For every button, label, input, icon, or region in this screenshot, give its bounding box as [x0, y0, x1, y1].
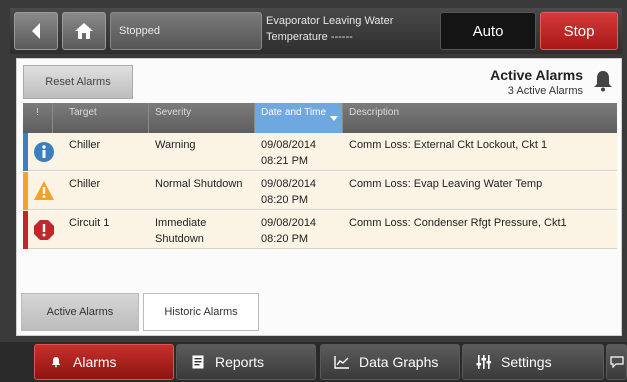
alarms-panel: Reset Alarms Active Alarms 3 Active Alar…: [16, 58, 622, 336]
alarm-time: 08:20 PM: [261, 233, 309, 245]
line-chart-icon: [331, 354, 353, 370]
nav-alarms-label: Alarms: [73, 354, 117, 370]
tab-active-alarms[interactable]: Active Alarms: [21, 293, 139, 331]
alarm-time: 08:20 PM: [261, 194, 309, 206]
table-row[interactable]: Circuit 1 Immediate Shutdown 09/08/2014 …: [23, 211, 617, 249]
home-button[interactable]: [62, 12, 106, 50]
alarm-description: Comm Loss: External Ckt Lockout, Ckt 1: [349, 139, 548, 151]
alarm-time: 08:21 PM: [261, 155, 309, 167]
sliders-icon: [473, 354, 495, 370]
nav-settings-button[interactable]: Settings: [462, 344, 604, 380]
back-button[interactable]: [14, 12, 58, 50]
sort-descending-icon: [330, 116, 338, 121]
evap-leaving-water-temp: Evaporator Leaving Water Temperature ---…: [266, 13, 436, 49]
chiller-status: Stopped: [110, 12, 262, 50]
col-date-time-label: Date and Time: [261, 107, 327, 118]
alarm-severity: Warning: [155, 139, 196, 151]
chat-icon: [609, 356, 624, 368]
bottom-nav: Alarms Reports Data Graphs Settings: [0, 342, 627, 382]
nav-settings-label: Settings: [501, 354, 552, 370]
col-target[interactable]: Target: [53, 103, 149, 133]
severity-bar: [23, 172, 28, 210]
back-arrow-icon: [32, 23, 40, 39]
home-icon: [75, 23, 93, 39]
alarm-target: Chiller: [69, 139, 101, 151]
nav-more-button[interactable]: [606, 344, 627, 380]
alarm-target: Chiller: [69, 178, 101, 190]
app-frame: Stopped Evaporator Leaving Water Tempera…: [0, 0, 627, 382]
warning-icon: [34, 181, 54, 200]
table-row[interactable]: Chiller Warning 09/08/2014 08:21 PM Comm…: [23, 133, 617, 171]
alarm-description: Comm Loss: Evap Leaving Water Temp: [349, 178, 543, 190]
reset-alarms-button[interactable]: Reset Alarms: [23, 65, 133, 99]
col-indicator: !: [23, 103, 53, 133]
alarm-datetime: 09/08/2014 08:20 PM: [261, 176, 345, 208]
severity-bar: [23, 211, 28, 249]
stop-icon: [34, 220, 54, 240]
alarms-table-header: ! Target Severity Date and Time Descript…: [23, 103, 617, 133]
evap-label-line1: Evaporator Leaving Water: [266, 15, 394, 27]
nav-data-graphs-button[interactable]: Data Graphs: [320, 344, 460, 380]
nav-reports-label: Reports: [215, 354, 265, 370]
nav-reports-button[interactable]: Reports: [176, 344, 316, 380]
alarm-target: Circuit 1: [69, 217, 110, 229]
alarm-description: Comm Loss: Condenser Rfgt Pressure, Ckt1: [349, 217, 567, 229]
top-bar: Stopped Evaporator Leaving Water Tempera…: [10, 8, 622, 54]
nav-alarms-button[interactable]: Alarms: [34, 344, 174, 380]
col-description[interactable]: Description: [343, 103, 617, 133]
alarm-datetime: 09/08/2014 08:21 PM: [261, 137, 345, 169]
bell-icon: [45, 354, 67, 370]
alarm-severity: Immediate Shutdown: [155, 217, 207, 245]
col-severity[interactable]: Severity: [149, 103, 255, 133]
bell-icon: [594, 71, 612, 92]
alarms-header: Active Alarms 3 Active Alarms: [490, 67, 583, 97]
alarm-datetime: 09/08/2014 08:20 PM: [261, 215, 345, 247]
severity-bar: [23, 133, 28, 171]
nav-graphs-label: Data Graphs: [359, 354, 439, 370]
auto-button[interactable]: Auto: [440, 12, 536, 50]
active-alarm-count: 3 Active Alarms: [507, 85, 583, 97]
tab-historic-alarms[interactable]: Historic Alarms: [143, 293, 259, 331]
alarm-date: 09/08/2014: [261, 217, 317, 229]
stop-button[interactable]: Stop: [540, 12, 618, 50]
col-date-time[interactable]: Date and Time: [255, 103, 343, 133]
alarm-date: 09/08/2014: [261, 178, 317, 190]
alarm-date: 09/08/2014: [261, 139, 317, 151]
info-icon: [34, 142, 54, 162]
evap-label-line2: Temperature ------: [266, 31, 353, 43]
table-row[interactable]: Chiller Normal Shutdown 09/08/2014 08:20…: [23, 172, 617, 210]
page-title: Active Alarms: [490, 67, 583, 83]
alarm-severity: Normal Shutdown: [155, 178, 243, 190]
document-icon: [187, 354, 209, 370]
